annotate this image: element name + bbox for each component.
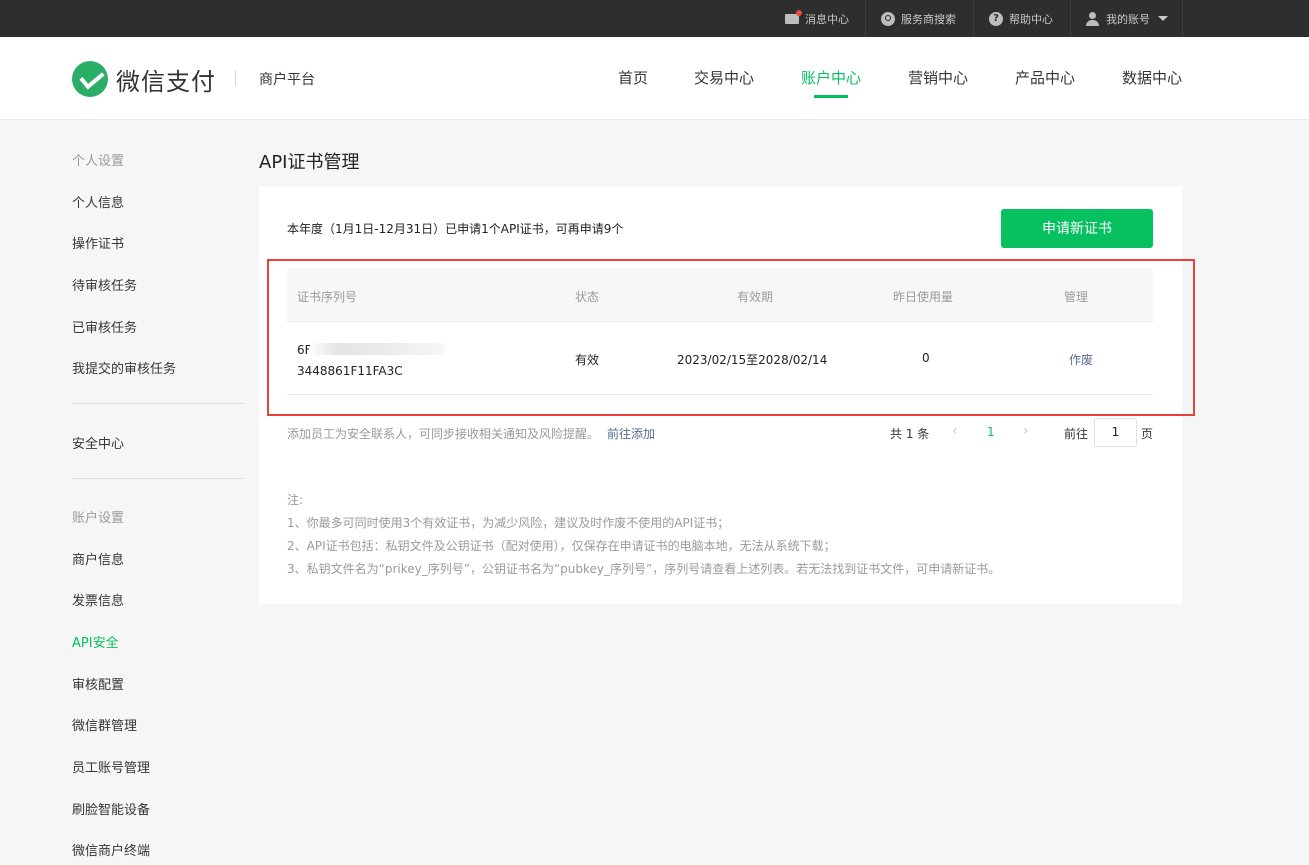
page-unit-label: 页 — [1141, 427, 1154, 441]
sidebar-group-account: 账户设置 — [72, 511, 125, 526]
quota-text: 本年度（1月1日-12月31日）已申请1个API证书，可再申请9个 — [287, 222, 624, 236]
goto-page-input[interactable]: 1 — [1094, 418, 1137, 447]
sidebar-item-my-submitted[interactable]: 我提交的审核任务 — [72, 358, 176, 377]
pagination-total: 共 1 条 — [890, 427, 930, 441]
sidebar-item-merchant-info[interactable]: 商户信息 — [72, 549, 124, 568]
apply-new-cert-button[interactable]: 申请新证书 — [1001, 209, 1153, 248]
topbar-divider — [865, 0, 866, 37]
sidebar-group-personal: 个人设置 — [72, 154, 125, 169]
next-page-button[interactable]: › — [1023, 423, 1029, 439]
sidebar-item-security-center[interactable]: 安全中心 — [72, 433, 124, 452]
nav-marketing[interactable]: 营销中心 — [908, 67, 968, 88]
chevron-down-icon — [1158, 16, 1168, 21]
sidebar-item-review-config[interactable]: 审核配置 — [72, 674, 124, 693]
prev-page-button[interactable]: ‹ — [952, 423, 958, 439]
note-line-2: 2、API证书包括：私钥文件及公钥证书（配对使用），仅保存在申请证书的电脑本地，… — [287, 539, 836, 553]
sidebar-item-api-security[interactable]: API安全 — [72, 632, 119, 651]
help-center-link[interactable]: ? 帮助中心 — [989, 0, 1053, 37]
sidebar-item-personal-info[interactable]: 个人信息 — [72, 192, 124, 211]
wechat-pay-logo[interactable]: 微信支付 — [72, 61, 216, 97]
sidebar-item-merchant-terminal[interactable]: 微信商户终端 — [72, 840, 150, 859]
note-line-1: 1、你最多可同时使用3个有效证书，为减少风险，建议及时作废不使用的API证书； — [287, 516, 730, 530]
nav-data-center[interactable]: 数据中心 — [1122, 67, 1182, 88]
sidebar-item-invoice-info[interactable]: 发票信息 — [72, 590, 124, 609]
goto-label: 前往 — [1064, 427, 1089, 441]
note-line-3: 3、私钥文件名为“prikey_序列号”，公钥证书名为“pubkey_序列号”，… — [287, 562, 1001, 576]
topbar-divider — [973, 0, 974, 37]
top-bar: 消息中心 服务商搜索 ? 帮助中心 我的账号 — [0, 0, 1309, 37]
sidebar-item-staff-accounts[interactable]: 员工账号管理 — [72, 757, 150, 776]
highlight-box — [267, 259, 1195, 416]
security-contact-tip: 添加员工为安全联系人，可同步接收相关通知及风险提醒。 前往添加 — [287, 425, 655, 442]
sidebar-divider — [72, 403, 244, 404]
topbar-divider — [1182, 0, 1183, 37]
notes-title: 注: — [287, 493, 304, 507]
message-center-link[interactable]: 消息中心 — [785, 0, 849, 37]
nav-transactions[interactable]: 交易中心 — [694, 67, 754, 88]
current-page[interactable]: 1 — [987, 425, 995, 439]
main-header: 微信支付 商户平台 首页 交易中心 账户中心 营销中心 产品中心 数据中心 — [0, 37, 1309, 120]
header-divider — [235, 70, 236, 86]
logo-text: 微信支付 — [116, 67, 216, 96]
wechat-pay-logo-icon — [72, 61, 108, 97]
my-account-menu[interactable]: 我的账号 — [1086, 0, 1168, 37]
sidebar-item-reviewed[interactable]: 已审核任务 — [72, 317, 137, 336]
sidebar-item-face-devices[interactable]: 刷脸智能设备 — [72, 799, 150, 818]
my-account-label: 我的账号 — [1106, 12, 1150, 26]
user-icon — [1086, 11, 1100, 26]
page-title: API证书管理 — [259, 152, 360, 173]
help-center-label: 帮助中心 — [1009, 12, 1053, 26]
security-contact-tip-text: 添加员工为安全联系人，可同步接收相关通知及风险提醒。 — [287, 427, 600, 441]
nav-home[interactable]: 首页 — [618, 67, 648, 88]
sidebar-item-operation-cert[interactable]: 操作证书 — [72, 233, 124, 252]
add-contact-link[interactable]: 前往添加 — [607, 427, 655, 441]
search-icon — [881, 11, 895, 26]
help-icon: ? — [989, 11, 1003, 26]
message-center-label: 消息中心 — [805, 12, 849, 26]
nav-products[interactable]: 产品中心 — [1015, 67, 1075, 88]
sidebar-item-pending-review[interactable]: 待审核任务 — [72, 275, 137, 294]
provider-search-label: 服务商搜索 — [901, 12, 956, 26]
notes-section: 注: 1、你最多可同时使用3个有效证书，为减少风险，建议及时作废不使用的API证… — [287, 489, 1000, 581]
topbar-divider — [1070, 0, 1071, 37]
active-nav-indicator — [814, 95, 848, 98]
sidebar-divider — [72, 478, 244, 479]
provider-search-link[interactable]: 服务商搜索 — [881, 0, 956, 37]
platform-label: 商户平台 — [259, 72, 315, 88]
nav-account-center[interactable]: 账户中心 — [801, 67, 861, 88]
mail-icon — [785, 9, 802, 24]
sidebar-item-wechat-group[interactable]: 微信群管理 — [72, 715, 137, 734]
